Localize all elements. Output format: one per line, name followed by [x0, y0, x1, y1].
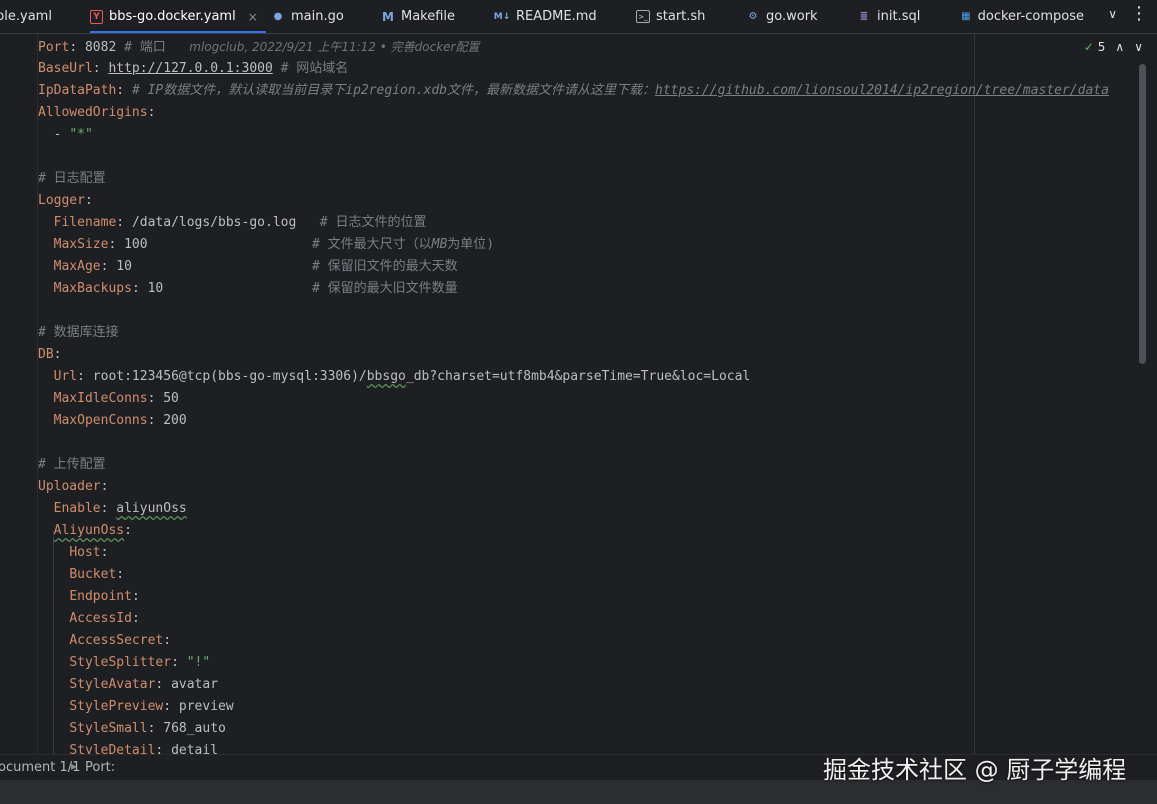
code-line: # 上传配置	[38, 457, 106, 472]
code-line: StyleDetail: detail	[69, 743, 219, 754]
docker-file-icon: ▦	[961, 11, 971, 22]
makefile-icon: M	[382, 9, 394, 24]
tab-bbs-go-docker-yaml[interactable]: Y bbs-go.docker.yaml ×	[90, 0, 266, 33]
document-indicator[interactable]: ocument 1/1	[0, 760, 80, 775]
more-options-icon[interactable]: ⋮	[1130, 3, 1148, 24]
chevron-down-icon[interactable]: ∨	[1108, 7, 1117, 21]
tab-label: docker-compose	[977, 9, 1084, 24]
code-line: AccessId:	[69, 611, 140, 626]
inspection-widget[interactable]: ✓ 5 ∧ ∨	[1084, 40, 1143, 54]
markdown-file-icon: M↓	[493, 11, 511, 22]
inspection-count: 5	[1097, 40, 1106, 54]
tab-readme-md[interactable]: M↓ README.md	[494, 0, 597, 33]
code-line: StyleSplitter: "!"	[69, 655, 211, 670]
tab-makefile[interactable]: M Makefile	[381, 0, 455, 33]
tab-label: README.md	[516, 9, 597, 24]
code-line: Endpoint:	[69, 589, 140, 604]
tab-main-go[interactable]: ● main.go	[271, 0, 344, 33]
editor-tab-bar: ble.yaml Y bbs-go.docker.yaml × ● main.g…	[0, 0, 1157, 34]
tab-ble-yaml[interactable]: ble.yaml	[0, 0, 52, 33]
code-line: MaxIdleConns: 50	[53, 391, 179, 406]
code-line: AccessSecret:	[69, 633, 172, 648]
code-line: Uploader:	[38, 479, 109, 494]
code-line: MaxAge: 10 # 保留旧文件的最大天数	[53, 259, 458, 274]
watermark: 掘金技术社区 @ 厨子学编程	[823, 756, 1127, 784]
code-line: MaxSize: 100 # 文件最大尺寸（以MB为单位)	[53, 237, 495, 252]
tab-label: ble.yaml	[0, 9, 52, 24]
code-line: BaseUrl: http://127.0.0.1:3000 # 网站域名	[38, 61, 349, 76]
code-line: Port: 8082 # 端口 mlogclub, 2022/9/21 上午11…	[38, 40, 480, 55]
code-line: # 数据库连接	[38, 325, 119, 340]
code-line: Logger:	[38, 193, 93, 208]
code-line: Bucket:	[69, 567, 125, 582]
code-line: StyleSmall: 768_auto	[69, 721, 226, 736]
yaml-file-icon: Y	[90, 9, 103, 24]
check-icon: ✓	[1083, 40, 1094, 54]
code-line: MaxOpenConns: 200	[53, 413, 187, 428]
code-line: Host:	[69, 545, 109, 560]
tab-init-sql[interactable]: ≣ init.sql	[857, 0, 921, 33]
code-line: DB:	[38, 347, 62, 362]
tab-label: Makefile	[401, 9, 456, 24]
code-line: - "*"	[53, 127, 93, 142]
code-editor[interactable]: ✓ 5 ∧ ∨ Port: 8082 # 端口 mlogclub, 2022/9…	[0, 34, 1157, 754]
tab-label: go.work	[766, 9, 818, 24]
code-line: StyleAvatar: avatar	[69, 677, 219, 692]
right-margin-line	[974, 34, 975, 754]
code-line: StylePreview: preview	[69, 699, 234, 714]
tab-go-work[interactable]: ⚙ go.work	[746, 0, 818, 33]
code-line: Url: root:123456@tcp(bbs-go-mysql:3306)/…	[53, 369, 751, 384]
go-work-file-icon: ⚙	[748, 11, 758, 22]
chevron-up-icon[interactable]: ∧	[1115, 40, 1124, 54]
code-line: AllowedOrigins:	[38, 105, 156, 120]
code-line: Enable: aliyunOss	[53, 501, 187, 516]
tab-label: main.go	[291, 9, 344, 24]
sql-file-icon: ≣	[859, 11, 869, 22]
yaml-key-icon: ▸	[71, 759, 78, 773]
inspection-ok: ✓ 5	[1084, 40, 1106, 54]
go-file-icon: ●	[273, 11, 283, 22]
close-icon[interactable]: ×	[248, 10, 258, 24]
tab-label: bbs-go.docker.yaml	[109, 9, 236, 24]
tab-label: start.sh	[656, 9, 706, 24]
chevron-down-icon[interactable]: ∨	[1134, 40, 1143, 54]
shell-file-icon: >_	[636, 10, 650, 23]
inline-blame: mlogclub, 2022/9/21 上午11:12 • 完善docker配置	[189, 40, 480, 54]
url-link[interactable]: http://127.0.0.1:3000	[108, 61, 272, 76]
tab-label: init.sql	[877, 9, 921, 24]
code-line: Filename: /data/logs/bbs-go.log # 日志文件的位…	[53, 215, 427, 230]
url-link[interactable]: https://github.com/lionsoul2014/ip2regio…	[655, 83, 1109, 98]
tab-start-sh[interactable]: >_ start.sh	[636, 0, 705, 33]
code-line: IpDataPath: # IP数据文件，默认读取当前目录下ip2region.…	[38, 83, 1109, 98]
code-line: AliyunOss:	[53, 523, 132, 538]
breadcrumb[interactable]: Port:	[85, 760, 115, 775]
tab-docker-compose[interactable]: ▦ docker-compose	[960, 0, 1084, 33]
code-line: MaxBackups: 10 # 保留的最大旧文件数量	[53, 281, 458, 296]
vertical-scrollbar[interactable]	[1139, 64, 1146, 364]
code-line: # 日志配置	[38, 171, 106, 186]
